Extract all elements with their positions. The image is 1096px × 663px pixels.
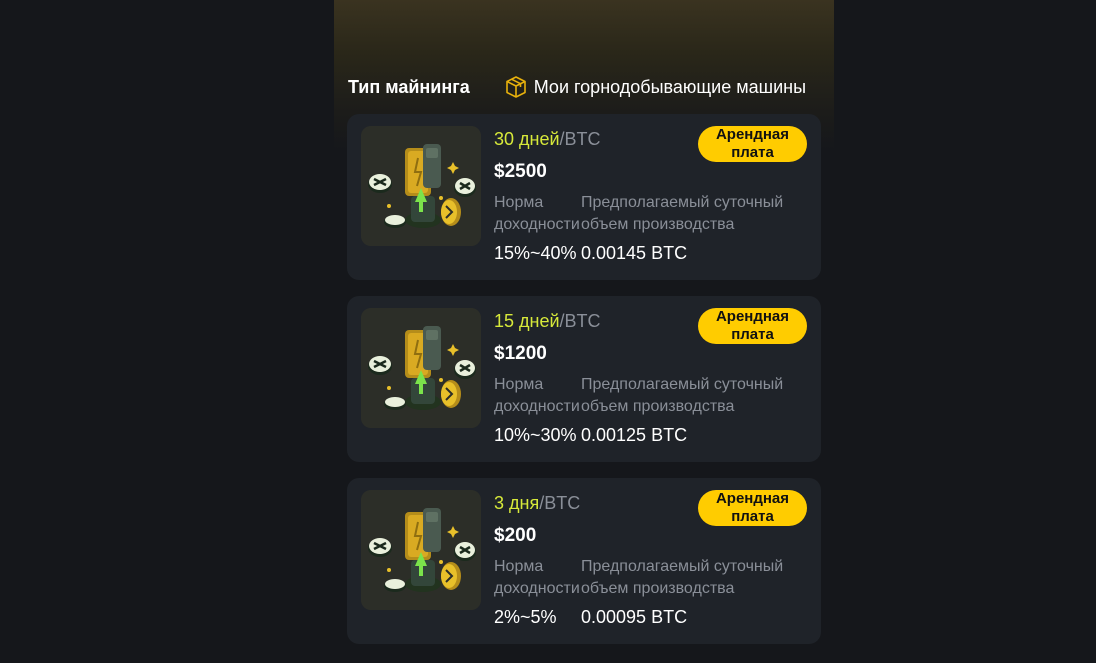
plan-term-unit: /BTC	[559, 311, 601, 331]
rate-label: Норма доходности	[494, 376, 580, 415]
rate-value: 10%~30%	[494, 425, 577, 445]
plan-term: 3 дня/BTC	[494, 492, 580, 514]
mining-app: Тип майнинга Мои горнодобывающие машины	[334, 0, 834, 663]
output-label: Предполагаемый суточный объем производст…	[581, 376, 784, 415]
plan-price: $1200	[494, 343, 547, 364]
plan-card: 15 дней/BTC $1200 Норма доходности Предп…	[347, 296, 821, 462]
tab-my-machines[interactable]: Мои горнодобывающие машины	[504, 75, 806, 99]
rent-button[interactable]: Арендная плата	[698, 490, 807, 526]
box-icon	[504, 75, 528, 99]
output-value: 0.00125 BTC	[581, 425, 688, 445]
tab-my-machines-label: Мои горнодобывающие машины	[533, 76, 807, 97]
plan-term-days: 30 дней	[494, 129, 560, 149]
rate-label: Норма доходности	[494, 194, 580, 233]
rate-value: 2%~5%	[494, 607, 557, 627]
mining-machine-icon	[361, 126, 481, 246]
plan-term: 30 дней/BTC	[494, 128, 601, 150]
rent-button[interactable]: Арендная плата	[698, 308, 807, 344]
mining-machine-icon	[361, 308, 481, 428]
plan-price: $200	[494, 525, 537, 546]
plan-term-days: 3 дня	[494, 493, 540, 513]
rate-value: 15%~40%	[494, 243, 577, 263]
rent-button[interactable]: Арендная плата	[698, 126, 807, 162]
mining-machine-icon	[361, 490, 481, 610]
output-value: 0.00145 BTC	[581, 243, 688, 263]
plan-term-unit: /BTC	[559, 129, 601, 149]
plan-card: 3 дня/BTC $200 Норма доходности Предпола…	[347, 478, 821, 644]
rate-label: Норма доходности	[494, 558, 580, 597]
plan-term-days: 15 дней	[494, 311, 560, 331]
output-label: Предполагаемый суточный объем производст…	[581, 558, 784, 597]
plan-term-unit: /BTC	[539, 493, 581, 513]
plan-card: 30 дней/BTC $2500 Норма доходности Предп…	[347, 114, 821, 280]
output-value: 0.00095 BTC	[581, 607, 688, 627]
plan-term: 15 дней/BTC	[494, 310, 601, 332]
tab-mining-type[interactable]: Тип майнинга	[348, 77, 470, 98]
output-label: Предполагаемый суточный объем производст…	[581, 194, 784, 233]
plan-price: $2500	[494, 161, 547, 182]
tab-bar: Тип майнинга Мои горнодобывающие машины	[348, 72, 828, 102]
